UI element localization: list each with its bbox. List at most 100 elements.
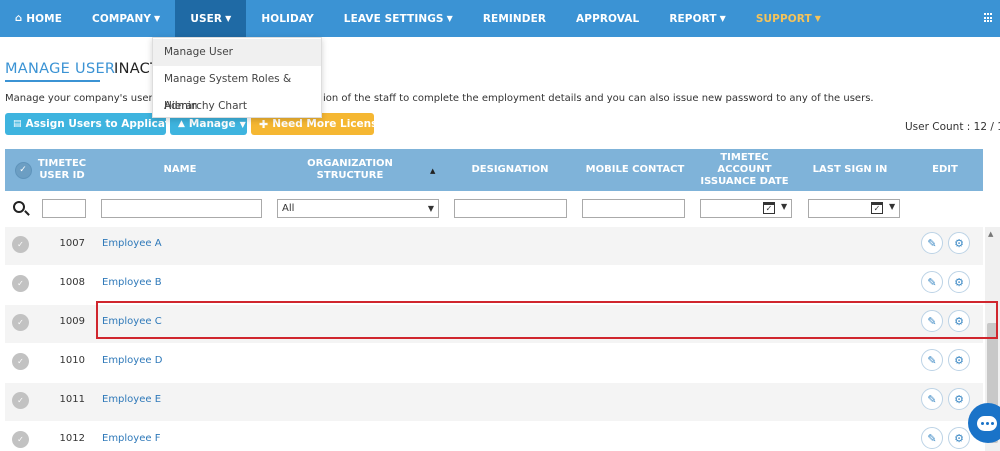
gear-icon[interactable]: ⚙ — [948, 232, 970, 254]
user-dropdown-menu: Manage User Manage System Roles & Admin … — [152, 37, 322, 118]
header-org-structure[interactable]: ORGANIZATION STRUCTURE — [285, 149, 415, 191]
row-checkbox[interactable]: ✓ — [12, 353, 29, 370]
filter-designation-input[interactable] — [454, 199, 567, 218]
row-employee-name[interactable]: Employee F — [102, 433, 160, 444]
filter-last-sign-in-picker[interactable]: ✓ ▼ — [808, 199, 900, 218]
active-tab-underline — [5, 80, 100, 82]
filter-org-select[interactable]: All ▼ — [277, 199, 439, 218]
apps-grid-icon[interactable] — [984, 13, 994, 23]
filter-row: All ▼ ✓ ▼ ✓ ▼ — [5, 191, 983, 227]
filter-issuance-date-picker[interactable]: ✓ ▼ — [700, 199, 792, 218]
nav-company-label: COMPANY — [92, 12, 152, 25]
gear-icon[interactable]: ⚙ — [948, 388, 970, 410]
edit-pencil-icon[interactable]: ✎ — [921, 388, 943, 410]
nav-approval[interactable]: APPROVAL — [561, 0, 654, 37]
row-employee-name[interactable]: Employee E — [102, 394, 161, 405]
row-checkbox[interactable]: ✓ — [12, 275, 29, 292]
filter-name-input[interactable] — [101, 199, 262, 218]
chat-bubble-icon — [977, 415, 997, 431]
chevron-down-icon: ▼ — [719, 14, 726, 23]
nav-home-label: HOME — [26, 12, 63, 25]
list-icon: ▤ — [13, 119, 22, 129]
edit-pencil-icon[interactable]: ✎ — [921, 232, 943, 254]
calendar-icon: ✓ — [871, 202, 883, 214]
table-row[interactable]: ✓ 1009 Employee C ✎ ⚙ — [5, 305, 983, 344]
header-issuance-date[interactable]: TIMETEC ACCOUNT ISSUANCE DATE — [697, 149, 792, 191]
chevron-down-icon: ▼ — [239, 119, 246, 129]
chevron-down-icon: ▼ — [814, 14, 822, 23]
row-user-id: 1011 — [59, 394, 85, 405]
calendar-icon: ✓ — [763, 202, 775, 214]
chevron-down-icon: ▼ — [427, 204, 434, 213]
nav-report[interactable]: REPORT ▼ — [654, 0, 741, 37]
assign-users-button[interactable]: ▤ Assign Users to Applications — [5, 113, 194, 135]
top-nav-bar: ⌂ HOME COMPANY ▼ USER ▼ HOLIDAY LEAVE SE… — [0, 0, 1000, 37]
chevron-down-icon: ▼ — [889, 202, 896, 211]
header-mobile-contact[interactable]: MOBILE CONTACT — [585, 149, 685, 191]
nav-reminder-label: REMINDER — [482, 12, 547, 25]
chevron-down-icon: ▼ — [446, 14, 453, 23]
nav-leave-settings-label: LEAVE SETTINGS — [343, 12, 444, 25]
home-icon: ⌂ — [15, 13, 23, 24]
header-edit: EDIT — [932, 164, 958, 175]
header-last-sign-in[interactable]: LAST SIGN IN — [805, 149, 895, 191]
row-employee-name[interactable]: Employee A — [102, 238, 162, 249]
edit-pencil-icon[interactable]: ✎ — [921, 271, 943, 293]
table-row[interactable]: ✓ 1007 Employee A ✎ ⚙ — [5, 227, 983, 266]
search-icon — [13, 201, 25, 213]
row-user-id: 1009 — [59, 316, 85, 327]
row-checkbox[interactable]: ✓ — [12, 314, 29, 331]
row-checkbox[interactable]: ✓ — [12, 392, 29, 409]
user-count: User Count : 12 / 100 — [905, 121, 1000, 133]
gear-icon[interactable]: ⚙ — [948, 349, 970, 371]
nav-holiday-label: HOLIDAY — [261, 12, 314, 25]
row-user-id: 1007 — [59, 238, 85, 249]
filter-org-value: All — [282, 203, 295, 214]
chevron-down-icon: ▼ — [781, 202, 788, 211]
chevron-down-icon: ▼ — [225, 14, 232, 23]
row-checkbox[interactable]: ✓ — [12, 431, 29, 448]
nav-holiday[interactable]: HOLIDAY — [246, 0, 328, 37]
header-user-id[interactable]: TIMETEC USER ID — [37, 149, 87, 191]
gear-icon[interactable]: ⚙ — [948, 310, 970, 332]
tab-manage-user[interactable]: MANAGE USER — [5, 61, 115, 77]
gear-icon[interactable]: ⚙ — [948, 271, 970, 293]
table-header: ✓ TIMETEC USER ID NAME ORGANIZATION STRU… — [5, 149, 983, 191]
select-all-checkbox[interactable]: ✓ — [13, 149, 33, 191]
row-employee-name[interactable]: Employee D — [102, 355, 162, 366]
row-employee-name[interactable]: Employee B — [102, 277, 162, 288]
edit-pencil-icon[interactable]: ✎ — [921, 310, 943, 332]
header-designation[interactable]: DESIGNATION — [460, 149, 560, 191]
nav-home[interactable]: ⌂ HOME — [0, 0, 77, 37]
menu-item-manage-user[interactable]: Manage User — [153, 39, 321, 66]
sort-asc-icon[interactable]: ▲ — [430, 167, 435, 175]
nav-reminder[interactable]: REMINDER — [468, 0, 561, 37]
table-row[interactable]: ✓ 1012 Employee F ✎ ⚙ — [5, 422, 983, 451]
gear-icon[interactable]: ⚙ — [948, 427, 970, 449]
table-row[interactable]: ✓ 1011 Employee E ✎ ⚙ — [5, 383, 983, 422]
chat-widget-button[interactable] — [968, 403, 1000, 443]
edit-pencil-icon[interactable]: ✎ — [921, 427, 943, 449]
row-user-id: 1008 — [59, 277, 85, 288]
row-user-id: 1012 — [59, 433, 85, 444]
description-left: Manage your company's user pro — [5, 93, 173, 104]
scroll-up-icon[interactable]: ▲ — [988, 230, 993, 238]
nav-leave-settings[interactable]: LEAVE SETTINGS ▼ — [329, 0, 468, 37]
row-checkbox[interactable]: ✓ — [12, 236, 29, 253]
row-user-id: 1010 — [59, 355, 85, 366]
menu-item-manage-system-roles[interactable]: Manage System Roles & Admin — [153, 66, 321, 112]
menu-item-hierarchy-chart[interactable]: Hierarchy Chart — [153, 93, 321, 120]
check-icon: ✓ — [14, 161, 32, 179]
table-row[interactable]: ✓ 1008 Employee B ✎ ⚙ — [5, 266, 983, 305]
row-employee-name[interactable]: Employee C — [102, 316, 162, 327]
nav-user[interactable]: USER ▼ — [175, 0, 247, 37]
edit-pencil-icon[interactable]: ✎ — [921, 349, 943, 371]
table-row[interactable]: ✓ 1010 Employee D ✎ ⚙ — [5, 344, 983, 383]
description-right: ion of the staff to complete the employm… — [323, 93, 874, 104]
nav-approval-label: APPROVAL — [576, 12, 640, 25]
header-name[interactable]: NAME — [135, 149, 225, 191]
nav-support[interactable]: SUPPORT ▼ — [741, 0, 836, 37]
filter-user-id-input[interactable] — [42, 199, 86, 218]
filter-mobile-input[interactable] — [582, 199, 685, 218]
nav-company[interactable]: COMPANY ▼ — [77, 0, 175, 37]
